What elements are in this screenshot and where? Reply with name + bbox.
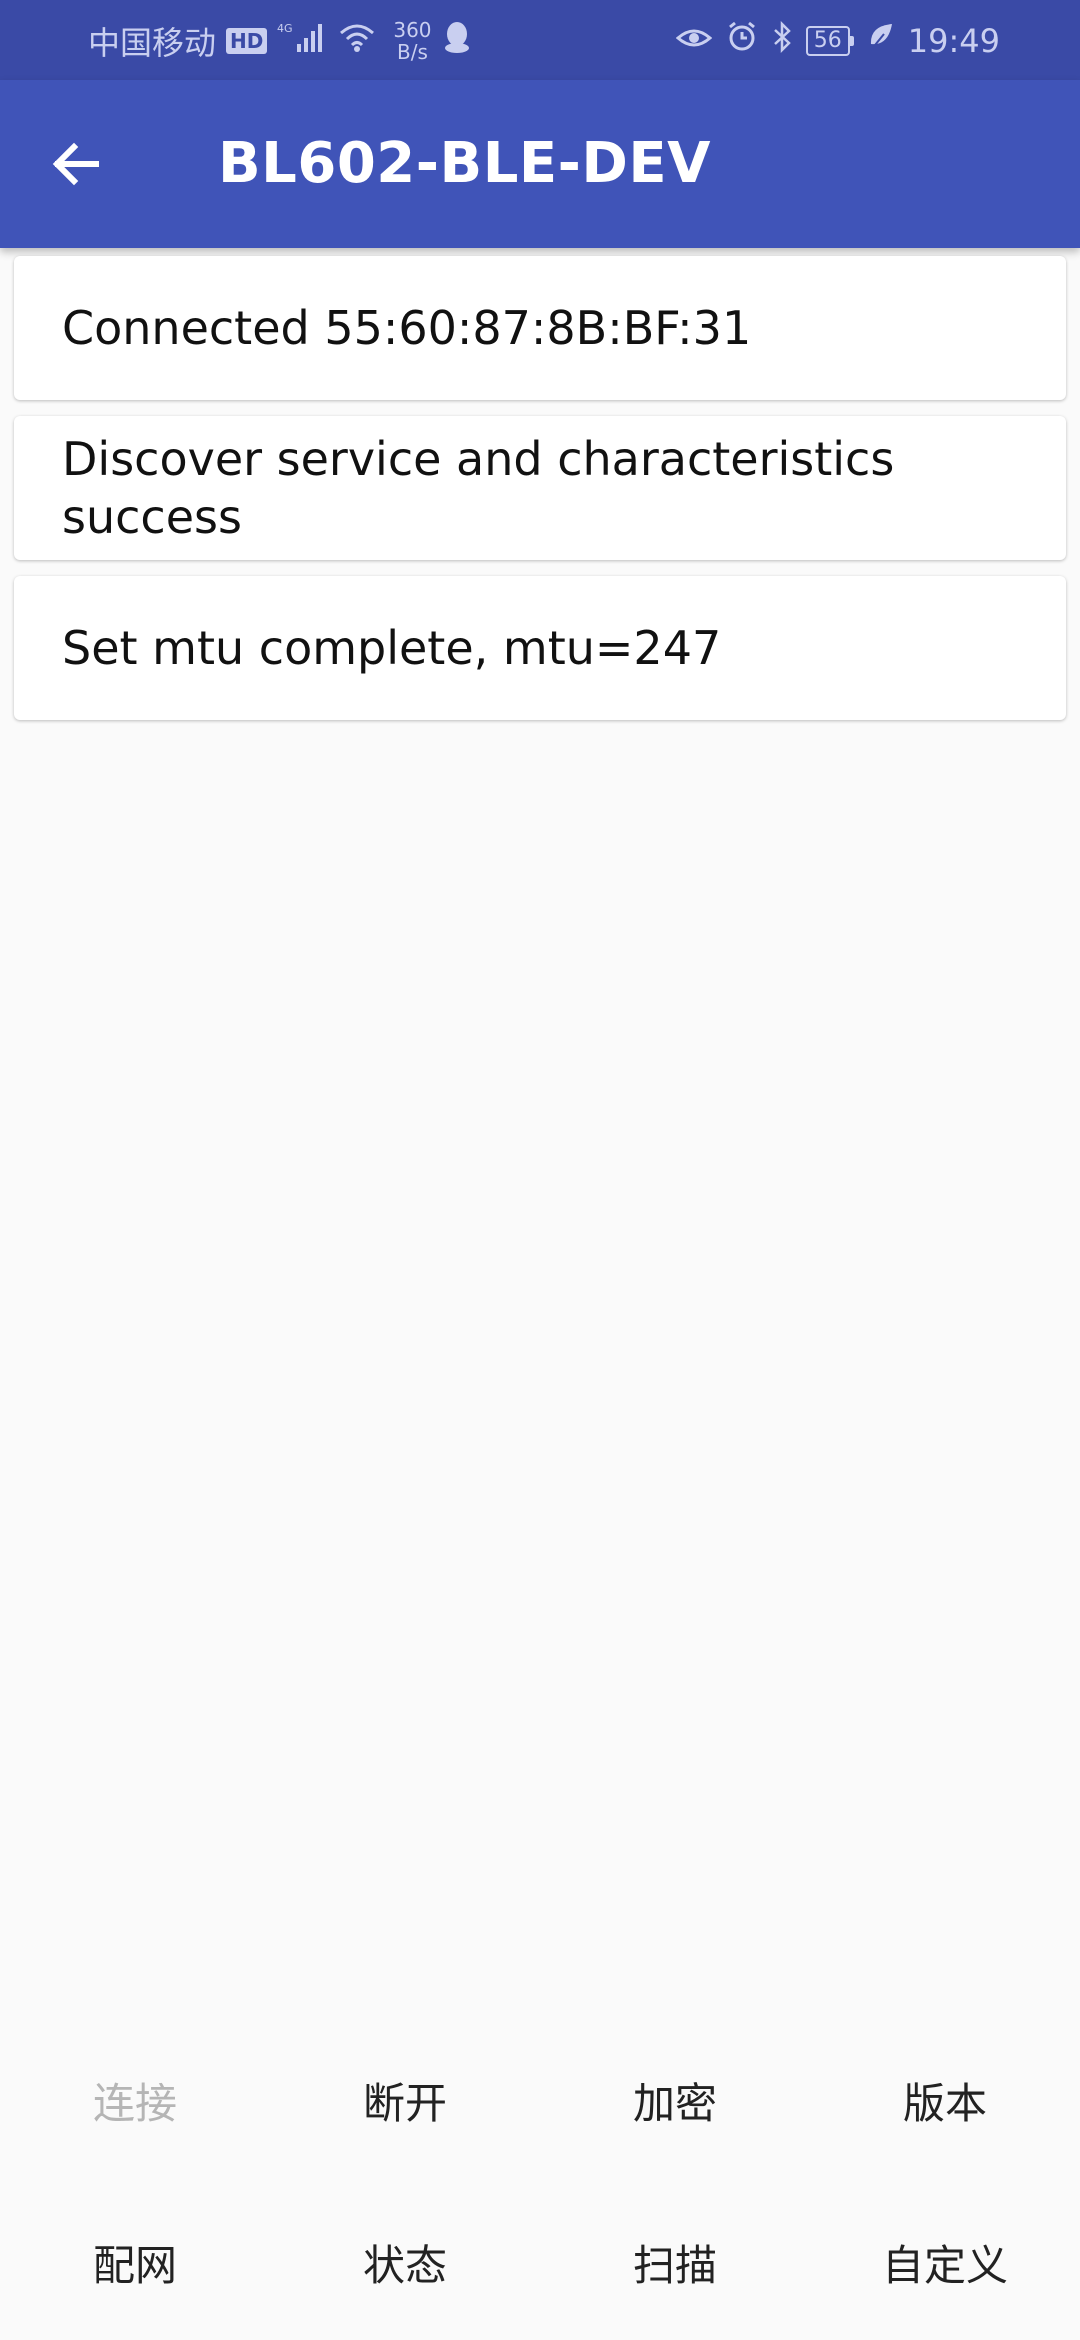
net-speed-unit: B/s <box>397 40 428 64</box>
net-speed-value: 360 <box>393 18 432 42</box>
status-bar-right: 56 19:49 <box>675 16 1000 66</box>
version-button[interactable]: 版本 <box>810 2016 1080 2184</box>
log-item-text: Connected 55:60:87:8B:BF:31 <box>62 301 752 355</box>
scan-button[interactable]: 扫描 <box>540 2184 810 2340</box>
page-title: BL602-BLE-DEV <box>218 131 711 196</box>
network-type: 4G <box>277 22 293 35</box>
bluetooth-icon <box>772 20 792 61</box>
hd-badge: HD <box>226 28 268 54</box>
custom-button[interactable]: 自定义 <box>810 2184 1080 2340</box>
log-item: Connected 55:60:87:8B:BF:31 <box>14 256 1066 400</box>
eye-comfort-icon <box>675 22 713 60</box>
battery-icon: 56 <box>805 26 854 56</box>
alarm-icon <box>726 21 758 61</box>
action-button-grid: 连接 断开 加密 版本 配网 状态 扫描 自定义 <box>0 2016 1080 2340</box>
clock: 19:49 <box>907 22 1000 60</box>
status-bar: 中国移动 HD 4G 360 B/s 56 19:49 <box>0 0 1080 80</box>
disconnect-button[interactable]: 断开 <box>270 2016 540 2184</box>
wifi-icon <box>337 21 377 61</box>
app-toolbar: BL602-BLE-DEV <box>0 80 1080 248</box>
action-row-1: 连接 断开 加密 版本 <box>0 2016 1080 2184</box>
log-item-text: Set mtu complete, mtu=247 <box>62 621 722 675</box>
encrypt-button[interactable]: 加密 <box>540 2016 810 2184</box>
back-button[interactable] <box>38 126 114 202</box>
provision-network-button[interactable]: 配网 <box>0 2184 270 2340</box>
log-list: Connected 55:60:87:8B:BF:31 Discover ser… <box>14 256 1066 736</box>
status-button[interactable]: 状态 <box>270 2184 540 2340</box>
net-speed: 360 B/s <box>393 19 431 63</box>
log-item: Set mtu complete, mtu=247 <box>14 576 1066 720</box>
signal-icon: 4G <box>277 20 327 62</box>
log-item-text: Discover service and characteristics suc… <box>62 432 895 544</box>
carrier-name: 中国移动 <box>88 24 217 62</box>
connect-button[interactable]: 连接 <box>0 2016 270 2184</box>
qq-icon <box>442 20 472 62</box>
status-bar-left: 中国移动 HD 4G 360 B/s <box>88 16 472 66</box>
battery-level: 56 <box>805 26 850 56</box>
arrow-back-icon <box>52 142 99 186</box>
leaf-icon <box>868 22 894 60</box>
log-item: Discover service and characteristics suc… <box>14 416 1066 560</box>
action-row-2: 配网 状态 扫描 自定义 <box>0 2184 1080 2340</box>
